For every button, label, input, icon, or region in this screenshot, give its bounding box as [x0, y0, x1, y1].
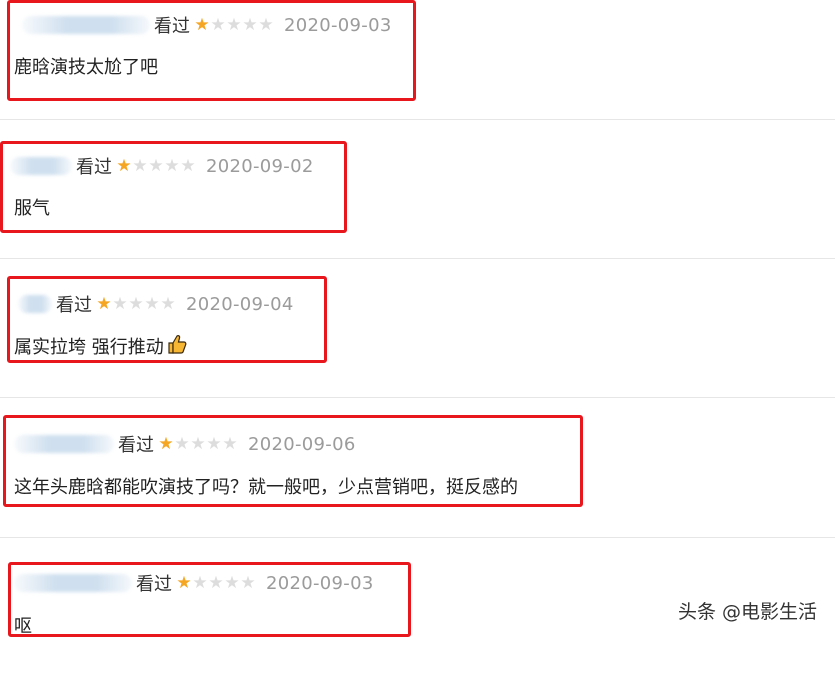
highlight-box [7, 0, 416, 101]
highlight-box [3, 415, 583, 507]
highlight-box [8, 562, 411, 637]
highlight-box [0, 141, 347, 233]
highlight-box [7, 276, 327, 363]
watermark: 头条 @电影生活 [677, 601, 817, 623]
